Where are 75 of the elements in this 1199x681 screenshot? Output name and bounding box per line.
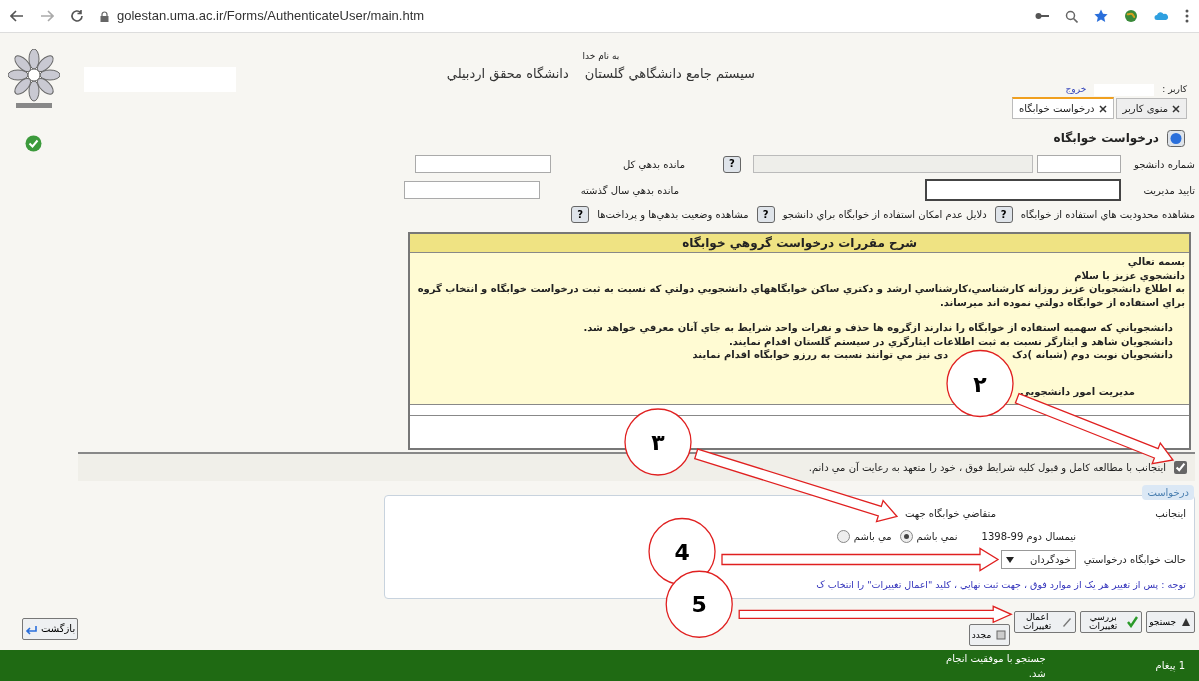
toolbar-button[interactable]: بررسي تغييرات: [1080, 611, 1143, 634]
back-icon[interactable]: [10, 9, 24, 23]
info-link[interactable]: مشاهده محدوديت هاي استفاده از خوابگاه: [1020, 207, 1195, 222]
rules-text: دانشجوي عزيز با سلام: [1074, 269, 1185, 281]
checkmark-icon: [1127, 616, 1140, 629]
star-icon[interactable]: [1094, 9, 1108, 23]
status-message: جستجو با موفقيت انجام شد.: [945, 651, 1046, 681]
rules-text: دانشجويان شاهد و ايثارگر نسبت به ثبت اطلاعات ايثارگري در سيستم گلستان اقدام نمايند.: [729, 334, 1173, 348]
option-label: نمي باشم: [916, 530, 958, 544]
pencil-icon: [1061, 616, 1074, 629]
success-check-icon: [25, 135, 42, 152]
radio-button[interactable]: [836, 530, 850, 543]
back-button[interactable]: بازگشت: [22, 618, 79, 640]
radio-button[interactable]: [899, 530, 913, 543]
lock-icon: [100, 10, 109, 22]
input-field[interactable]: [925, 179, 1121, 201]
toolbar-button[interactable]: اعمال تغييرات: [1014, 611, 1077, 634]
option-label: مي باشم: [853, 530, 892, 544]
rules-signature: مديريت امور دانشجويي: [1020, 385, 1135, 397]
caret-icon: [1006, 556, 1015, 563]
help-button[interactable]: ?: [756, 206, 775, 223]
system-title: سيستم جامع دانشگاهي گلستان: [584, 64, 755, 83]
toolbar-button[interactable]: جستجو: [1146, 611, 1195, 634]
rules-text: دانشجويان نوبت دوم (شبانه )دک: [1012, 348, 1173, 362]
page-title: درخواست خوابگاه: [1053, 130, 1159, 147]
rules-text: دی نيز مي توانند نسبت به ررزو خوابگاه اقدام نمايند: [692, 348, 948, 362]
return-arrow-icon: [25, 623, 37, 635]
note-text: توجه : پس از تغيير هر يک از موارد فوق ، جهت ثبت نهايي ، کليد "اعمال تغييرات" را انتخاب ک: [816, 579, 1186, 590]
form-label: اينجانب: [1154, 507, 1186, 521]
globe-icon[interactable]: [1124, 9, 1138, 23]
input-field[interactable]: [1037, 155, 1121, 173]
input-field[interactable]: [404, 181, 540, 199]
dormitory-type-dropdown[interactable]: خودگردان: [1001, 550, 1076, 569]
university-name: دانشگاه محقق اردبيلي: [446, 64, 569, 83]
university-logo-drawing: [8, 49, 60, 111]
rules-text: به اطلاع دانشجويان عزيز روزانه کارشناسي،کارشناسي ارشد و دکتري ساکن خوابگاههاي دانشجويي دولتي که نسبت به ثبت درخواست خوابگاه و انتخاب گروه براي استفاده از خوابگاه دولتي نموده اند ميرساند.: [416, 282, 1185, 309]
field-label: شماره دانشجو: [1132, 157, 1195, 172]
user-label: کاربر :: [1162, 83, 1187, 97]
form-label: حالت خوابگاه درخواستي: [1083, 553, 1186, 567]
field-label: مانده بدهي کل: [622, 157, 685, 172]
help-button[interactable]: ?: [723, 155, 741, 173]
key-icon[interactable]: [1035, 11, 1049, 21]
zoom-icon[interactable]: [1065, 9, 1078, 23]
close-icon[interactable]: [1098, 104, 1107, 113]
callout-marker: 5: [665, 570, 733, 638]
menu-icon[interactable]: [1185, 9, 1189, 23]
bismillah-text: به نام خدا: [582, 50, 620, 63]
rules-title: شرح مقررات درخواست گروهي خوابگاه: [410, 234, 1189, 253]
agreement-text: اينجانب با مطالعه کامل و قبول کليه شرايط فوق ، خود را متعهد به رعايت آن مي دانم.: [808, 461, 1166, 475]
input-field[interactable]: [753, 155, 1033, 173]
logout-link[interactable]: خروج: [1065, 83, 1087, 97]
field-label: مانده بدهي سال گذشته: [579, 183, 679, 198]
info-link[interactable]: دلايل عدم امکان استفاده از خوابگاه براي دانشجو: [782, 207, 987, 222]
input-field[interactable]: [415, 155, 551, 173]
close-icon[interactable]: [1172, 104, 1180, 113]
panel-legend: درخواست: [1142, 485, 1194, 500]
field-label: تاييد مديريت: [1142, 183, 1195, 198]
message-count: 1 پيغام: [1155, 659, 1185, 673]
term-text: نيمسال دوم 99-1398: [981, 530, 1076, 544]
toolbar-button[interactable]: مجدد: [968, 624, 1011, 647]
reload-icon[interactable]: [70, 9, 84, 23]
tab[interactable]: درخواست خوابگاه: [1012, 97, 1114, 119]
help-icon: [1167, 129, 1185, 147]
username-field: [1094, 84, 1155, 96]
form-label: متقاضي خوابگاه جهت: [905, 507, 996, 521]
rules-text: بسمه تعالي: [1127, 256, 1185, 267]
help-button[interactable]: ?: [994, 206, 1013, 223]
info-link[interactable]: مشاهده وضعيت بدهي‌ها و پرداخت‌ها: [597, 207, 749, 222]
rules-text: دانشجوياني که سهميه استفاده از خوابگاه را ندارند ازگروه ها حذف و نفرات واحد شرايط به جاي آنان معرفي خواهد شد.: [583, 321, 1173, 335]
url-text[interactable]: golestan.uma.ac.ir/Forms/AuthenticateUser/main.htm: [117, 6, 425, 26]
callout-marker: ۳: [624, 408, 692, 476]
agreement-checkbox[interactable]: [1174, 461, 1187, 474]
tab[interactable]: منوی کاربر: [1115, 98, 1187, 119]
cloud-icon[interactable]: [1154, 11, 1169, 21]
help-button[interactable]: ?: [571, 206, 590, 223]
